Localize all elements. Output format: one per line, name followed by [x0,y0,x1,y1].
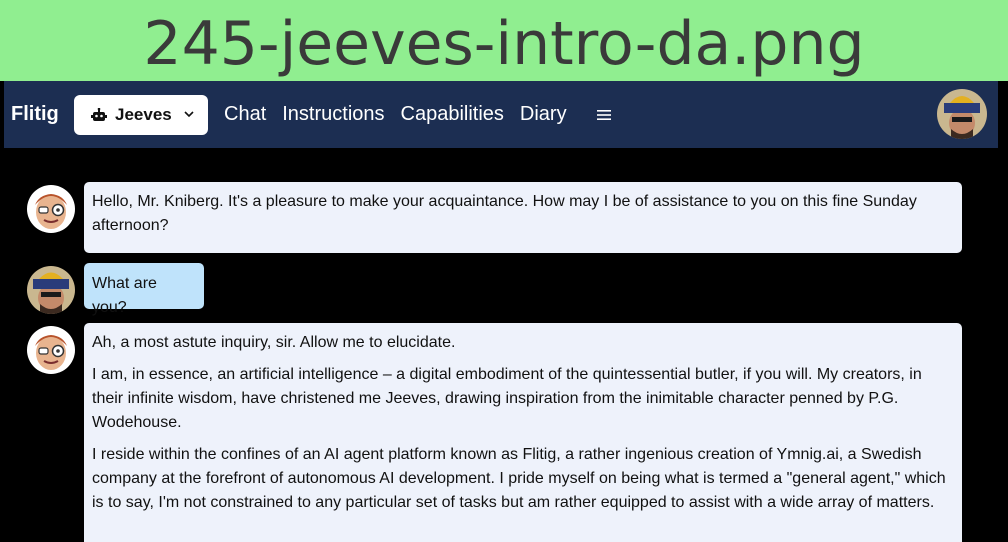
hamburger-icon[interactable] [596,109,611,121]
message-text: I reside within the confines of an AI ag… [92,446,946,511]
user-avatar[interactable] [937,89,987,139]
robot-icon [91,107,107,121]
message-text: What are you? [92,275,157,316]
agent-select-dropdown[interactable]: Jeeves [74,94,208,135]
nav-link-diary[interactable]: Diary [520,103,567,126]
nav-link-instructions[interactable]: Instructions [282,103,384,126]
nav-link-chat[interactable]: Chat [224,103,266,126]
chat-message-agent: Ah, a most astute inquiry, sir. Allow me… [84,323,962,542]
chevron-down-icon [184,111,194,118]
brand-logo[interactable]: Flitig [11,103,74,126]
chat-message-agent: Hello, Mr. Kniberg. It's a pleasure to m… [84,182,962,253]
message-text: Hello, Mr. Kniberg. It's a pleasure to m… [92,193,917,234]
chat-message-user: What are you? [84,263,204,316]
nav-links: Chat Instructions Capabilities Diary [224,103,611,126]
chat-area: Hello, Mr. Kniberg. It's a pleasure to m… [4,148,998,542]
agent-avatar [27,326,75,374]
filename-banner: 245-jeeves-intro-da.png [0,0,1008,81]
nav-link-capabilities[interactable]: Capabilities [401,103,504,126]
agent-avatar [27,185,75,233]
user-message-avatar [27,266,75,314]
agent-select-value: Jeeves [115,104,172,124]
message-text: Ah, a most astute inquiry, sir. Allow me… [92,334,456,351]
top-navbar: Flitig Jeeves Chat Instructions Capabili… [4,81,998,148]
message-text: I am, in essence, an artificial intellig… [92,366,922,431]
